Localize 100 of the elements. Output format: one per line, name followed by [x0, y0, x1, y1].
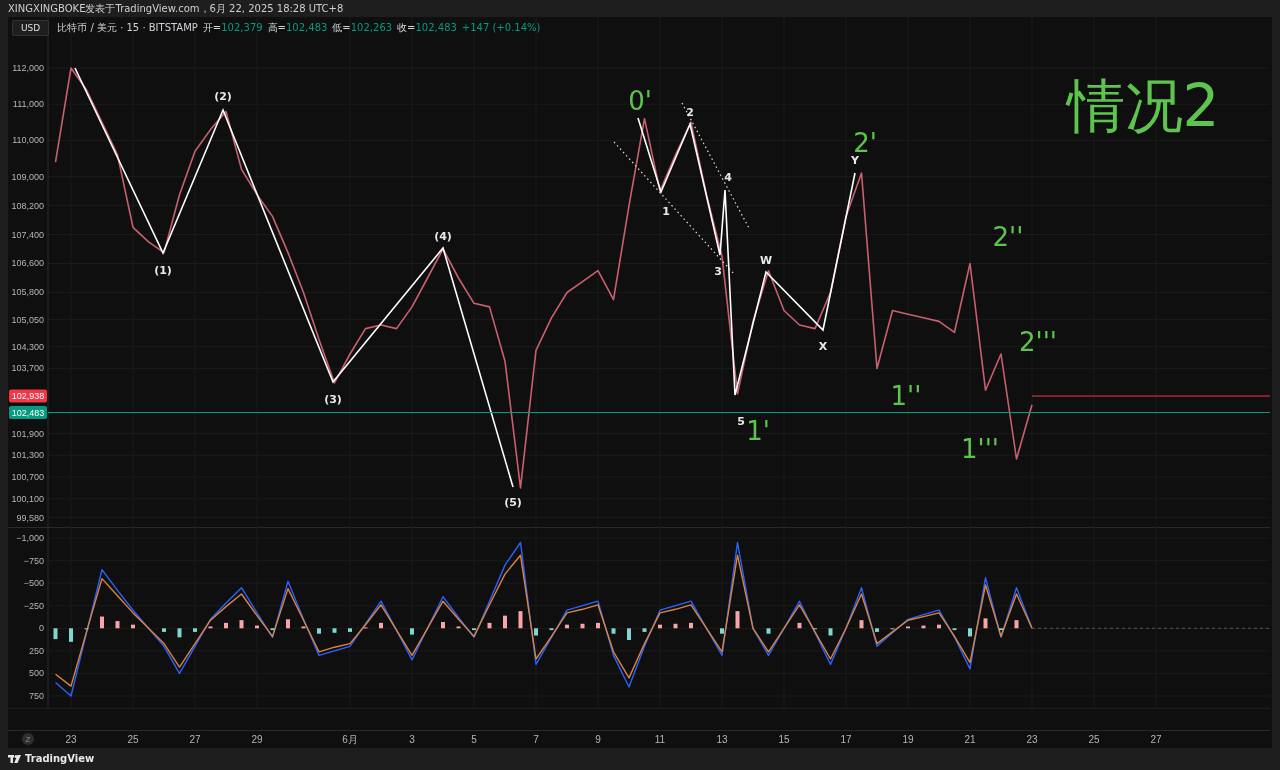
- wave-label: 5: [737, 415, 745, 428]
- histogram-bar: [642, 628, 647, 632]
- indicator-axis-label: 500: [28, 668, 44, 679]
- ohlc-label: 低=: [332, 23, 351, 33]
- histogram-bar: [720, 628, 724, 634]
- price-axis-label: 111,000: [12, 99, 44, 110]
- histogram-bar: [906, 626, 910, 629]
- histogram-bar: [968, 628, 972, 637]
- ohlc-value: 102,483: [415, 23, 457, 33]
- ohlc-value: 102,483: [286, 23, 328, 33]
- time-axis-label: 19: [902, 734, 914, 745]
- time-axis-label: 5: [471, 734, 477, 745]
- time-axis-label: 25: [1088, 734, 1100, 745]
- histogram-bar: [828, 628, 833, 636]
- price-axis-label: 106,600: [11, 258, 44, 269]
- price-axis-label: 101,300: [11, 450, 44, 461]
- wave-label: 2: [686, 106, 694, 119]
- histogram-bar: [549, 628, 554, 631]
- histogram-bar: [348, 628, 352, 632]
- wave-label: (5): [504, 496, 522, 509]
- handwritten-note: 1'': [890, 381, 922, 411]
- time-axis-label: 6月: [342, 734, 358, 745]
- histogram-bar: [224, 622, 228, 629]
- wave-label: 3: [714, 265, 722, 278]
- handwritten-note: 1': [746, 416, 770, 446]
- price-axis-label: 107,400: [11, 229, 44, 240]
- wave-label: 1: [662, 205, 670, 218]
- histogram-bar: [53, 628, 58, 640]
- histogram-bar: [410, 628, 414, 635]
- histogram-bar: [177, 628, 182, 638]
- histogram-bar: [317, 628, 321, 634]
- histogram-bar: [797, 622, 802, 629]
- price-axis-label: 112,000: [12, 63, 44, 74]
- wave-label: W: [759, 254, 773, 267]
- histogram-bar: [627, 628, 631, 640]
- wave-label: (1): [154, 264, 172, 277]
- histogram-bar: [937, 624, 941, 629]
- ohlc-label: 开=: [202, 23, 222, 33]
- histogram-bar: [115, 621, 120, 629]
- time-axis-label: 23: [1026, 734, 1038, 745]
- zoom-button[interactable]: Z: [22, 733, 34, 745]
- histogram-bar: [131, 624, 135, 629]
- time-axis-label: 27: [189, 734, 201, 745]
- histogram-bar: [859, 620, 864, 629]
- brand-name: TradingView: [25, 754, 95, 764]
- snapshot-header: XINGXINGBOKE发表于TradingView.com，6月 22, 2025 18:28 UTC+8: [8, 3, 344, 14]
- histogram-bar: [270, 628, 275, 631]
- time-axis-label: 23: [65, 734, 77, 745]
- wave-label: X: [818, 340, 828, 353]
- histogram-bar: [921, 625, 926, 629]
- price-axis-label: 101,900: [11, 428, 44, 439]
- histogram-bar: [286, 619, 290, 629]
- time-axis-label: 11: [654, 734, 666, 745]
- price-axis-label: 99,580: [16, 512, 44, 523]
- histogram-bar: [673, 623, 678, 629]
- histogram-bar: [534, 628, 538, 636]
- histogram-bar: [239, 620, 244, 629]
- price-axis-label: 109,000: [11, 171, 44, 182]
- histogram-bar: [999, 628, 1003, 631]
- histogram-bar: [611, 628, 616, 634]
- histogram-bar: [689, 622, 693, 629]
- histogram-bar: [952, 628, 957, 631]
- currency-button[interactable]: USD: [12, 20, 50, 36]
- histogram-bar: [596, 622, 600, 629]
- wave-label: (3): [324, 393, 342, 406]
- time-axis-label: 27: [1150, 734, 1162, 745]
- price-tag: 102,938: [9, 389, 47, 403]
- histogram-bar: [100, 616, 104, 629]
- histogram-bar: [255, 625, 259, 629]
- price-axis-label: 104,300: [11, 341, 44, 352]
- histogram-bar: [1014, 620, 1019, 629]
- symbol-title: 比特币 / 美元 · 15 · BITSTAMP: [57, 23, 198, 33]
- wave-label: (2): [214, 90, 232, 103]
- histogram-bar: [487, 622, 492, 629]
- price-tag: 102,483: [9, 406, 47, 419]
- histogram-bar: [441, 621, 445, 629]
- time-axis-label: 13: [716, 734, 728, 745]
- time-axis-label: 17: [840, 734, 852, 745]
- handwritten-note: 情况2: [1066, 72, 1220, 140]
- indicator-axis-label: 750: [28, 691, 44, 701]
- histogram-bar: [735, 611, 740, 629]
- histogram-bar: [518, 611, 523, 629]
- time-axis-label: 29: [251, 734, 263, 745]
- price-axis-label: 105,800: [11, 287, 44, 298]
- time-axis-label: 9: [595, 734, 601, 745]
- histogram-bar: [983, 618, 988, 629]
- handwritten-note: 0': [628, 86, 652, 116]
- indicator-axis-label: −250: [23, 600, 44, 611]
- wave-label: (4): [434, 230, 452, 243]
- histogram-bar: [332, 628, 337, 633]
- wave-label: Y: [851, 154, 859, 167]
- indicator-axis-label: 0: [39, 623, 44, 634]
- ohlc-value: 102,263: [350, 23, 393, 33]
- handwritten-note: 1''': [961, 434, 999, 464]
- price-axis-label: 105,050: [11, 314, 44, 325]
- histogram-bar: [162, 628, 166, 632]
- indicator-axis-label: −1,000: [16, 533, 44, 543]
- time-axis-label: 3: [409, 734, 415, 745]
- price-axis-label: 108,200: [11, 200, 44, 211]
- handwritten-note: 2'': [992, 222, 1024, 252]
